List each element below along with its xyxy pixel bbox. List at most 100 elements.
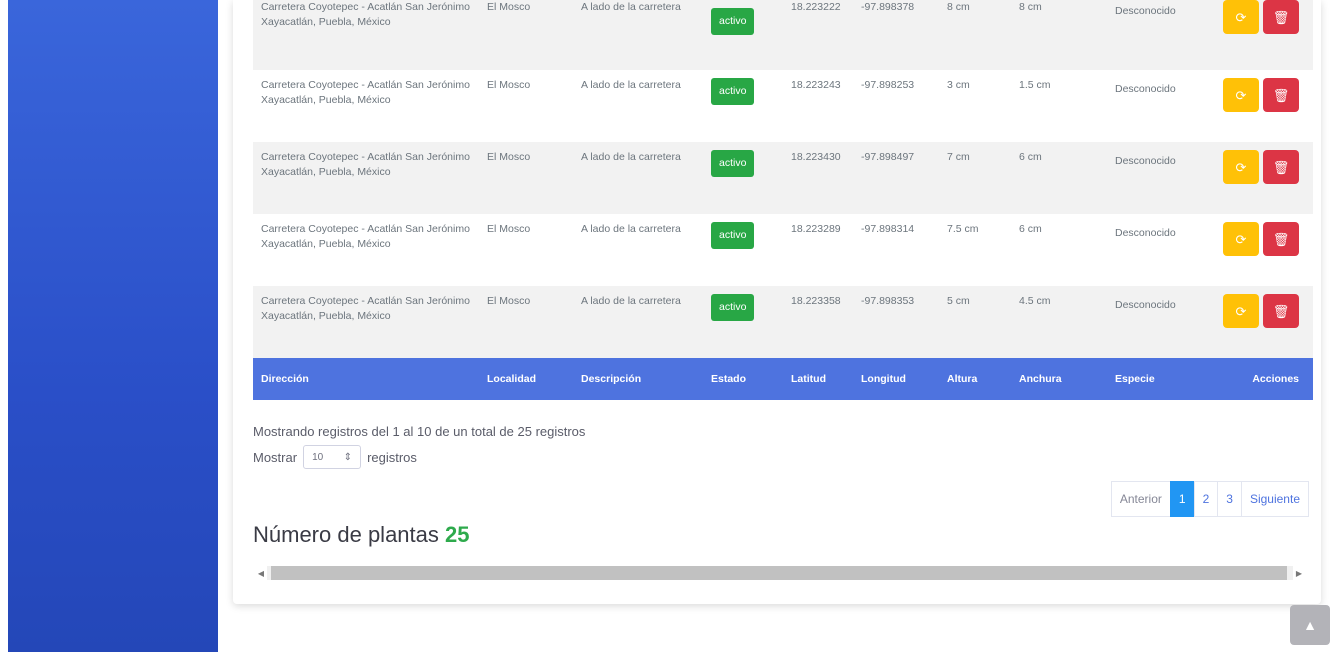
cell-descripcion: A lado de la carretera [581, 79, 681, 91]
table-row: Carretera Coyotepec - Acatlán San Jeróni… [253, 0, 1313, 70]
cell-localidad: El Mosco [487, 151, 531, 163]
scroll-to-top-button[interactable]: ▲ [1290, 605, 1330, 645]
edit-button[interactable]: ⟳ [1223, 78, 1259, 112]
pagination-page-3[interactable]: 3 [1217, 481, 1242, 517]
trash-icon: 🗑 [1272, 159, 1290, 175]
delete-button[interactable]: 🗑 [1263, 0, 1299, 34]
cell-direccion: Carretera Coyotepec - Acatlán San Jeróni… [261, 223, 470, 250]
cell-direccion: Carretera Coyotepec - Acatlán San Jeróni… [261, 79, 470, 106]
cell-acciones: ⟳ 🗑 [1215, 0, 1313, 70]
edit-button[interactable]: ⟳ [1223, 222, 1259, 256]
refresh-icon: ⟳ [1235, 231, 1247, 247]
pagination-page-1[interactable]: 1 [1169, 481, 1195, 517]
plant-count-value: 25 [445, 522, 470, 547]
cell-localidad: El Mosco [487, 295, 531, 307]
cell-estado: activo [703, 0, 783, 70]
cell-altura: 7.5 cm [947, 223, 979, 235]
col-header-acciones: Acciones [1252, 373, 1299, 385]
row-actions: ⟳ 🗑 [1223, 0, 1305, 34]
pagination-prev[interactable]: Anterior [1110, 481, 1171, 517]
cell-longitud: -97.898253 [861, 79, 915, 91]
col-header-longitud[interactable]: Longitud [853, 358, 939, 400]
scrollbar-track[interactable] [267, 566, 1293, 580]
col-header-altura[interactable]: Altura [939, 358, 1011, 400]
delete-button[interactable]: 🗑 [1263, 222, 1299, 256]
col-header-anchura[interactable]: Anchura [1011, 358, 1107, 400]
table-row: Carretera Coyotepec - Acatlán San Jeróni… [253, 70, 1313, 142]
sidebar [8, 0, 218, 652]
cell-anchura: 6 cm [1019, 223, 1042, 235]
cell-estado: activo [703, 214, 783, 286]
delete-button[interactable]: 🗑 [1263, 78, 1299, 112]
pagination: Anterior 1 2 3 Siguiente [1110, 481, 1309, 517]
cell-direccion: Carretera Coyotepec - Acatlán San Jeróni… [261, 151, 470, 178]
length-select[interactable]: 10 ⇕ [303, 445, 362, 469]
cell-acciones: ⟳ 🗑 [1215, 286, 1313, 358]
edit-button[interactable]: ⟳ [1223, 294, 1259, 328]
length-select-value: 10 [312, 451, 324, 463]
cell-acciones: ⟳ 🗑 [1215, 214, 1313, 286]
table-footer-header: Dirección Localidad Descripción Estado L… [253, 358, 1313, 400]
trash-icon: 🗑 [1272, 231, 1290, 247]
scrollbar-thumb[interactable] [271, 566, 1287, 580]
cell-localidad: El Mosco [487, 1, 531, 13]
refresh-icon: ⟳ [1235, 9, 1247, 25]
plants-card: Carretera Coyotepec - Acatlán San Jeróni… [233, 0, 1321, 604]
row-actions: ⟳ 🗑 [1223, 150, 1305, 184]
row-actions: ⟳ 🗑 [1223, 294, 1305, 328]
delete-button[interactable]: 🗑 [1263, 294, 1299, 328]
cell-altura: 8 cm [947, 1, 970, 13]
status-badge: activo [711, 150, 755, 177]
trash-icon: 🗑 [1272, 87, 1290, 103]
chevron-up-icon: ▲ [1303, 617, 1317, 633]
cell-especie: Desconocido [1115, 5, 1176, 17]
cell-anchura: 1.5 cm [1019, 79, 1051, 91]
table-info: Mostrando registros del 1 al 10 de un to… [253, 424, 586, 439]
col-header-latitud[interactable]: Latitud [783, 358, 853, 400]
cell-altura: 3 cm [947, 79, 970, 91]
cell-altura: 5 cm [947, 295, 970, 307]
cell-latitud: 18.223222 [791, 1, 841, 13]
status-badge: activo [711, 222, 755, 249]
cell-anchura: 8 cm [1019, 1, 1042, 13]
row-actions: ⟳ 🗑 [1223, 78, 1305, 112]
cell-longitud: -97.898314 [861, 223, 915, 235]
trash-icon: 🗑 [1272, 303, 1290, 319]
edit-button[interactable]: ⟳ [1223, 0, 1259, 34]
plants-table: Carretera Coyotepec - Acatlán San Jeróni… [253, 0, 1313, 400]
cell-latitud: 18.223289 [791, 223, 841, 235]
col-header-localidad[interactable]: Localidad [479, 358, 573, 400]
sort-arrows-icon: ⇕ [343, 451, 353, 463]
cell-acciones: ⟳ 🗑 [1215, 142, 1313, 214]
plant-count-label: Número de plantas [253, 522, 439, 547]
length-control: Mostrar 10 ⇕ registros [253, 445, 417, 469]
cell-especie: Desconocido [1115, 227, 1176, 239]
pagination-page-2[interactable]: 2 [1193, 481, 1219, 517]
cell-direccion: Carretera Coyotepec - Acatlán San Jeróni… [261, 295, 470, 322]
status-badge: activo [711, 78, 755, 105]
status-badge: activo [711, 8, 755, 35]
cell-anchura: 4.5 cm [1019, 295, 1051, 307]
cell-direccion: Carretera Coyotepec - Acatlán San Jeróni… [261, 1, 470, 28]
cell-longitud: -97.898497 [861, 151, 915, 163]
scroll-right-icon[interactable]: ▶ [1293, 569, 1305, 578]
length-label-after: registros [367, 449, 417, 465]
col-header-descripcion[interactable]: Descripción [573, 358, 703, 400]
edit-button[interactable]: ⟳ [1223, 150, 1259, 184]
horizontal-scrollbar[interactable]: ◀ ▶ [255, 562, 1305, 584]
cell-localidad: El Mosco [487, 223, 531, 235]
delete-button[interactable]: 🗑 [1263, 150, 1299, 184]
col-header-direccion[interactable]: Dirección [253, 358, 479, 400]
row-actions: ⟳ 🗑 [1223, 222, 1305, 256]
table-row: Carretera Coyotepec - Acatlán San Jeróni… [253, 214, 1313, 286]
cell-estado: activo [703, 142, 783, 214]
cell-latitud: 18.223243 [791, 79, 841, 91]
pagination-next[interactable]: Siguiente [1240, 481, 1309, 517]
col-header-especie[interactable]: Especie [1107, 358, 1215, 400]
plant-count-heading: Número de plantas 25 [253, 522, 470, 548]
refresh-icon: ⟳ [1235, 87, 1247, 103]
scroll-left-icon[interactable]: ◀ [255, 569, 267, 578]
cell-estado: activo [703, 70, 783, 142]
col-header-estado[interactable]: Estado [703, 358, 783, 400]
cell-especie: Desconocido [1115, 299, 1176, 311]
